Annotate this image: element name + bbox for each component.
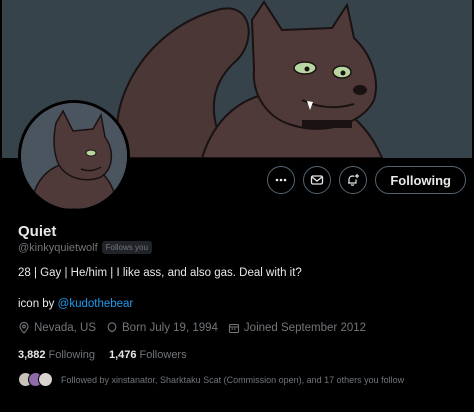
- handle-row: @kinkyquietwolf Follows you: [18, 241, 152, 254]
- birthday-item: Born July 19, 1994: [106, 322, 218, 334]
- location-text: Nevada, US: [34, 322, 97, 334]
- handle: @kinkyquietwolf: [18, 241, 98, 254]
- envelope-icon: [311, 175, 324, 185]
- calendar-icon: [228, 323, 239, 334]
- following-stat[interactable]: 3,882 Following: [18, 349, 95, 361]
- display-name: Quiet: [18, 223, 57, 240]
- joined-text: Joined September 2012: [243, 322, 367, 334]
- icon-credit-link[interactable]: @kudothebear: [58, 298, 134, 310]
- notify-button[interactable]: [339, 166, 368, 194]
- followers-count: 1,476: [109, 349, 137, 361]
- bio: 28 | Gay | He/him | I like ass, and also…: [18, 267, 302, 279]
- profile-avatar[interactable]: [18, 100, 130, 212]
- followers-stat[interactable]: 1,476 Followers: [109, 349, 187, 361]
- bell-plus-icon: [348, 174, 360, 186]
- more-button[interactable]: [267, 166, 296, 194]
- joined-item: Joined September 2012: [228, 322, 366, 334]
- profile-meta: Nevada, US Born July 19, 1994 Joined Sep…: [18, 322, 366, 334]
- follow-stats: 3,882 Following 1,476 Followers: [18, 349, 187, 361]
- following-label: Following: [48, 349, 95, 361]
- profile-page: Following Quiet @kinkyquietwolf Follows …: [0, 0, 474, 412]
- location-item: Nevada, US: [18, 322, 96, 334]
- icon-credit-prefix: icon by: [18, 298, 58, 310]
- avatar-wolf-illustration: [21, 103, 127, 209]
- follower-avatars: [18, 372, 53, 387]
- balloon-icon: [107, 322, 117, 333]
- follows-you-badge: Follows you: [101, 241, 152, 254]
- followed-by-row[interactable]: Followed by xinstanator, Sharktaku Scat …: [18, 372, 404, 387]
- location-pin-icon: [19, 322, 29, 334]
- following-button[interactable]: Following: [375, 166, 466, 194]
- more-icon: [276, 178, 287, 182]
- followed-by-text: Followed by xinstanator, Sharktaku Scat …: [61, 374, 405, 385]
- followers-label: Followers: [139, 349, 187, 361]
- message-button[interactable]: [303, 166, 332, 194]
- follower-avatar: [38, 372, 53, 387]
- profile-actions: Following: [267, 166, 466, 194]
- following-count: 3,882: [18, 349, 46, 361]
- birthday-text: Born July 19, 1994: [122, 322, 218, 334]
- icon-credit: icon by @kudothebear: [18, 298, 133, 310]
